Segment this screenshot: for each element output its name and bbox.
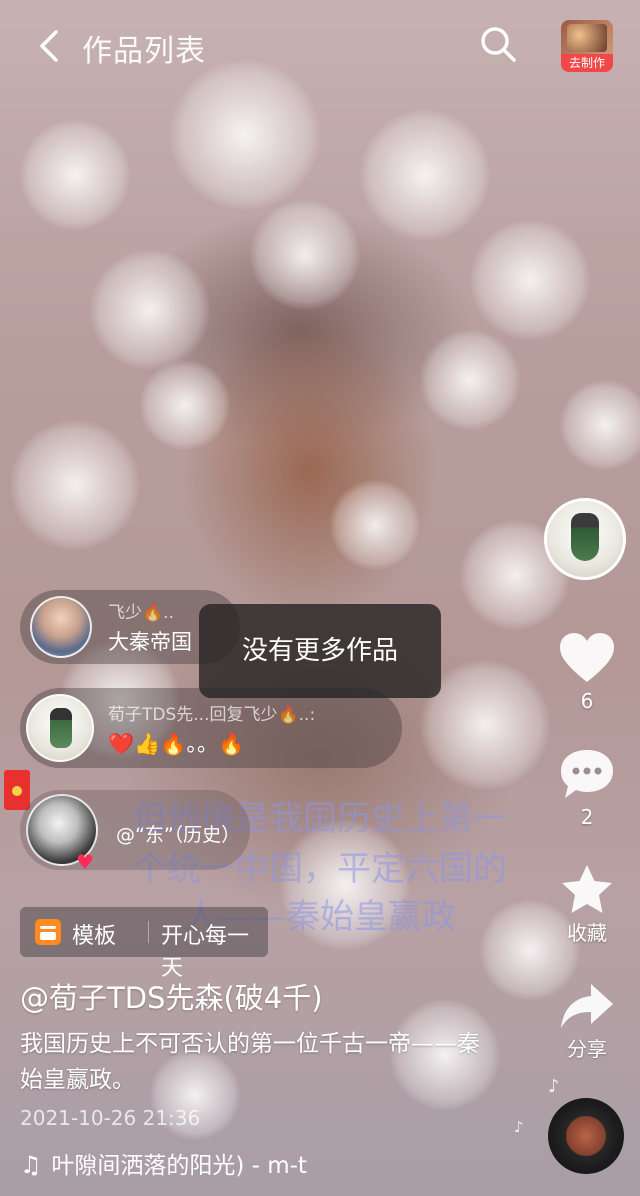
comment-button[interactable]: 2 — [552, 746, 622, 830]
red-packet-icon[interactable] — [4, 770, 30, 810]
music-note-icon: ♪ — [514, 1118, 524, 1136]
toast-message: 没有更多作品 — [199, 604, 441, 698]
commenter-avatar[interactable] — [26, 694, 94, 762]
music-note-icon: ♪ — [548, 1076, 560, 1097]
comment-username: 飞少🔥.. — [108, 603, 174, 623]
comment-text: 大秦帝国 — [108, 630, 192, 654]
favorite-button[interactable]: 收藏 — [552, 862, 622, 946]
like-count: 6 — [580, 689, 594, 713]
music-title: 叶隙间洒落的阳光) - m-t — [51, 1153, 307, 1179]
heart-badge-icon: ♥ — [76, 850, 94, 874]
page-title: 作品列表 — [82, 34, 206, 69]
template-name: 开心每一天 — [161, 924, 250, 981]
share-button[interactable]: 分享 — [552, 978, 622, 1062]
commenter-avatar[interactable] — [30, 596, 92, 658]
top-bar: 作品列表 去制作 — [0, 0, 640, 96]
comment-count: 2 — [580, 805, 594, 829]
search-icon[interactable] — [478, 24, 518, 64]
comment-text: ❤️👍🔥。。🔥 — [108, 732, 245, 756]
comment-bubble[interactable]: @“东”（历史） — [20, 790, 250, 870]
make-video-button[interactable]: 去制作 — [561, 20, 613, 72]
comment-text: @“东”（历史） — [116, 824, 241, 846]
divider — [148, 921, 149, 943]
author-avatar[interactable] — [544, 498, 626, 580]
music-note-icon: ♫ — [20, 1151, 42, 1179]
heart-icon — [560, 633, 614, 682]
avatar-figure — [50, 708, 72, 748]
post-description: 我国历史上不可否认的第一位千古一帝——秦始皇嬴政。 — [20, 1031, 480, 1093]
like-button[interactable]: 6 — [552, 630, 622, 714]
music-cover — [566, 1116, 606, 1156]
template-icon — [35, 919, 61, 945]
comment-bubble[interactable]: 荀子TDS先...回复飞少🔥..: ❤️👍🔥。。🔥 — [20, 688, 402, 768]
post-author[interactable]: @荀子TDS先森(破4千) — [20, 975, 323, 1017]
music-info[interactable]: ♫ 叶隙间洒落的阳光) - m-t — [20, 1146, 307, 1180]
comment-username: 荀子TDS先...回复飞少🔥..: — [108, 705, 316, 725]
post-date: 2021-10-26 21:36 — [20, 1106, 201, 1130]
template-chip[interactable]: 模板 开心每一天 — [20, 907, 268, 981]
avatar-figure — [571, 513, 599, 561]
comment-icon — [561, 750, 613, 798]
make-button-label: 去制作 — [561, 54, 613, 72]
share-arrow-icon — [561, 984, 613, 1028]
share-label: 分享 — [567, 1037, 607, 1061]
back-arrow-icon[interactable] — [34, 28, 64, 64]
make-thumbnail — [567, 24, 607, 52]
template-label: 模板 — [72, 924, 117, 949]
music-disc[interactable] — [548, 1098, 624, 1174]
favorite-label: 收藏 — [567, 921, 607, 945]
star-icon — [562, 865, 612, 913]
